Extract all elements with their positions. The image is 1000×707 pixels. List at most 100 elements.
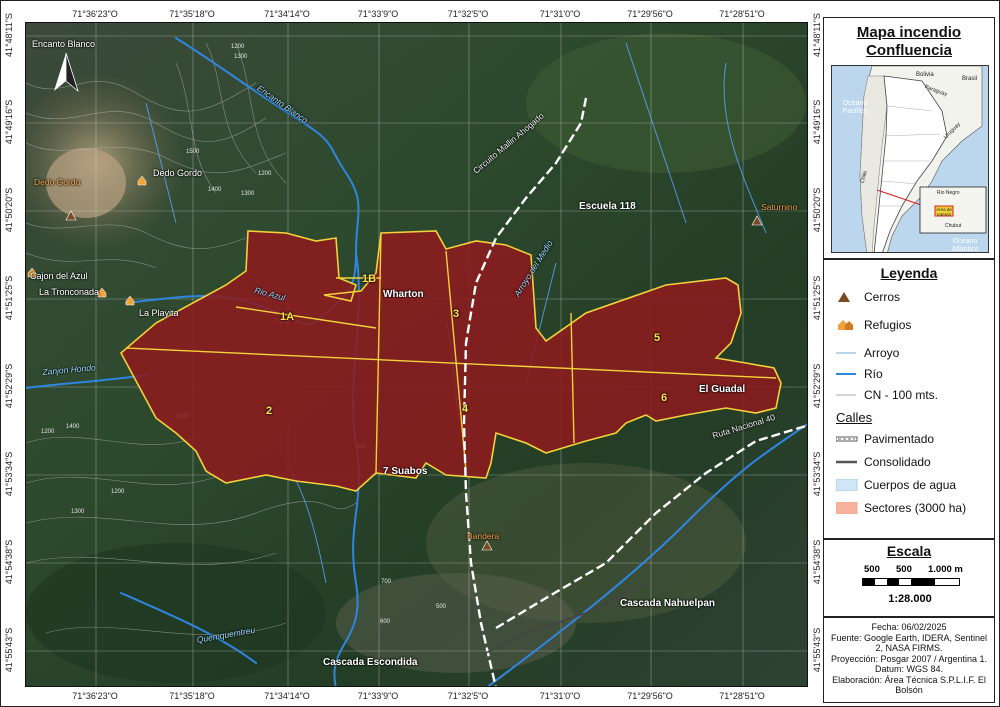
coord-left-8: 41°55'43"S [4, 627, 14, 673]
legend-item-cerros: Cerros [836, 290, 900, 304]
scale-label-left: 500 [864, 564, 880, 575]
sector-label-2: 2 [266, 405, 273, 417]
legend-subtitle-calles: Calles [836, 410, 873, 425]
label-dedo-gordo-refuge: Dedo Gordo [153, 168, 203, 178]
sector-label-1a: 1A [280, 311, 295, 323]
refugio-icon [836, 319, 858, 331]
side-panel: Mapa incendio Confluencia Bolivia Brasil… [823, 17, 995, 703]
coord-bottom-5: 71°32'5"O [447, 691, 489, 701]
contour-line-icon [836, 389, 858, 401]
inset-location-map[interactable]: Bolivia Brasil Paraguay Uruguay Chile Oc… [831, 65, 989, 253]
contour-num-15: 1300 [71, 509, 85, 515]
legend-label-refugios: Refugios [864, 318, 912, 332]
legend-item-rio: Río [836, 367, 883, 381]
scale-ratio: 1:28.000 [888, 593, 932, 605]
legend-item-consolidado: Consolidado [836, 455, 931, 469]
meta-proyeccion: Proyección: Posgar 2007 / Argentina 1. [830, 653, 988, 664]
coord-top-6: 71°31'0"O [539, 9, 581, 19]
coord-right-5: 41°52'29"S [812, 363, 822, 409]
rio-line-icon [836, 368, 858, 380]
coord-bottom-3: 71°34'14"O [264, 691, 310, 701]
contour-num-3: 1500 [186, 149, 200, 155]
sector-label-4: 4 [462, 403, 469, 415]
coord-left-1: 41°48'11"S [4, 13, 14, 57]
legend-label-cerros: Cerros [864, 290, 901, 304]
label-wharton: Wharton [383, 289, 424, 300]
scale-box: Escala 500 500 1.000 m 1:28.000 [823, 539, 995, 617]
consolidated-road-icon [836, 456, 858, 468]
legend-label-arroyo: Arroyo [864, 346, 900, 360]
inset-svg [832, 66, 988, 252]
inset-bolivia: Bolivia [916, 72, 934, 78]
map-canvas[interactable]: 1200 1300 1500 1400 1200 1300 1300 600 5… [25, 22, 808, 687]
contour-num-14: 1200 [111, 489, 125, 495]
coord-left-2: 41°49'16"S [4, 99, 14, 145]
legend-item-pavimentado: Pavimentado [835, 432, 935, 446]
contour-num-2: 1300 [234, 54, 248, 60]
legend-item-cuerpos: Cuerpos de agua [835, 478, 956, 492]
contour-num-12: 1200 [41, 429, 55, 435]
label-la-tronconada: La Tronconada [39, 287, 100, 297]
coord-bottom-6: 71°31'0"O [539, 691, 581, 701]
label-encanto-blanco: Encanto Blanco [32, 39, 96, 49]
scale-bar [862, 578, 960, 586]
sector-label-5: 5 [654, 332, 661, 344]
coord-top-5: 71°32'5"O [447, 9, 489, 19]
scale-label-mid: 500 [896, 564, 912, 575]
inset-rio-negro: Rio Negro [937, 190, 960, 196]
map-title: Mapa incendio Confluencia [824, 24, 994, 60]
legend-label-pavimentado: Pavimentado [864, 432, 935, 446]
contour-num-6: 1300 [241, 191, 255, 197]
inset-oceano-atlantico: Océano Atlántico [951, 238, 979, 253]
contour-num-9: 500 [436, 604, 447, 610]
coord-right-8: 41°55'43"S [812, 627, 822, 673]
inset-chubut: Chubut [945, 223, 962, 229]
map-svg: 1200 1300 1500 1400 1200 1300 1300 600 5… [26, 23, 807, 686]
coord-top-4: 71°33'9"O [357, 9, 399, 19]
map-title-line-1: Mapa incendio [856, 24, 962, 41]
coord-bottom-2: 71°35'18"O [169, 691, 215, 701]
coord-bottom-8: 71°28'51"O [719, 691, 765, 701]
meta-fuente: Fuente: Google Earth, IDERA, Sentinel 2,… [830, 632, 988, 654]
metadata-box: Fecha: 06/02/2025 Fuente: Google Earth, … [823, 617, 995, 703]
scale-label-right: 1.000 m [928, 564, 963, 575]
coord-bottom-1: 71°36'23"O [72, 691, 118, 701]
legend-label-rio: Río [864, 367, 883, 381]
scale-title: Escala [886, 543, 932, 559]
meta-elaboracion: Elaboración: Área Técnica S.P.L.I.F. El … [832, 674, 986, 696]
coord-right-6: 41°53'34"S [812, 451, 822, 497]
label-el-guadal: El Guadal [699, 384, 746, 395]
label-cajon-del-azul: Cajon del Azul [30, 271, 88, 281]
inset-area-interes: Área de Interés [936, 207, 952, 217]
legend-item-sectores: Sectores (3000 ha) [835, 501, 967, 515]
contour-num-8: 600 [380, 619, 391, 625]
meta-datum: Datum: WGS 84. [874, 664, 944, 674]
legend-item-cn: CN - 100 mts. [836, 388, 938, 402]
sector-label-1b: 1B [362, 273, 377, 285]
coord-top-7: 71°29'56"O [627, 9, 673, 19]
legend-item-arroyo: Arroyo [836, 346, 899, 360]
legend-title: Leyenda [880, 265, 938, 281]
legend-label-cn: CN - 100 mts. [864, 388, 939, 402]
coord-left-6: 41°53'34"S [4, 451, 14, 497]
label-dedo-gordo-peak: Dedo Gordo [34, 177, 81, 187]
coord-left-7: 41°54'38"S [4, 539, 14, 585]
legend-box: Leyenda Cerros Refugios Arroyo Río CN - … [823, 259, 995, 539]
coord-top-3: 71°34'14"O [264, 9, 310, 19]
map-title-line-2: Confluencia [866, 42, 952, 59]
coord-top-2: 71°35'18"O [169, 9, 215, 19]
sector-label-6: 6 [661, 392, 668, 404]
coord-left-4: 41°51'25"S [4, 275, 14, 321]
coord-right-1: 41°48'11"S [812, 13, 822, 57]
contour-num-11: 700 [381, 579, 392, 585]
water-body-icon [835, 478, 858, 492]
contour-num-4: 1400 [208, 187, 222, 193]
label-la-playita: La Playita [139, 308, 179, 318]
coord-bottom-4: 71°33'9"O [357, 691, 399, 701]
label-cascada-escondida: Cascada Escondida [323, 657, 418, 668]
legend-label-sectores: Sectores (3000 ha) [864, 501, 967, 515]
contour-num-5: 1200 [258, 171, 272, 177]
coord-left-3: 41°50'20"S [4, 187, 14, 233]
legend-item-refugios: Refugios [836, 318, 911, 332]
label-suabos: 7 Suabos [383, 466, 428, 477]
